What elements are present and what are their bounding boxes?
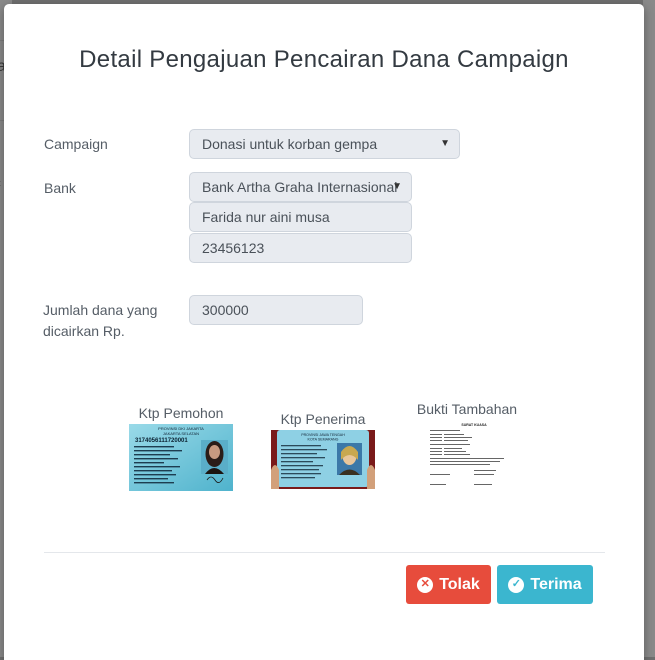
doc-label: Bukti Tambahan <box>416 401 518 417</box>
ktp2-title-1: PROVINSI JAWA TENGAH <box>301 433 345 437</box>
doc-ktp-pemohon[interactable]: Ktp Pemohon PROVINSI DKI JAKARTA JAKARTA… <box>128 405 234 491</box>
campaign-select-value: Donasi untuk korban gempa <box>202 136 378 152</box>
accept-button-label: Terima <box>530 575 582 593</box>
ktp-pemohon-image[interactable]: PROVINSI DKI JAKARTA JAKARTA SELATAN 317… <box>129 424 233 491</box>
bank-select-value: Bank Artha Graha Internasional <box>202 179 398 195</box>
amount-field[interactable]: 300000 <box>189 295 363 325</box>
detail-modal: Detail Pengajuan Pencairan Dana Campaign… <box>4 4 644 660</box>
bukti-tambahan-image[interactable]: SURAT KUASA <box>424 421 510 493</box>
ktp2-title-2: KOTA SEMARANG <box>308 438 339 442</box>
doc-bukti-tambahan[interactable]: Bukti Tambahan SURAT KUASA <box>414 401 520 493</box>
bukti-heading: SURAT KUASA <box>461 423 487 427</box>
account-name-field[interactable]: Farida nur aini musa <box>189 202 412 232</box>
x-circle-icon: ✕ <box>417 576 434 593</box>
doc-label: Ktp Pemohon <box>138 405 224 421</box>
campaign-select[interactable]: Donasi untuk korban gempa ▼ <box>189 129 460 159</box>
check-circle-icon: ✓ <box>508 576 525 593</box>
amount-label-line2: dicairkan Rp. <box>43 323 125 339</box>
account-number-field[interactable]: 23456123 <box>189 233 412 263</box>
chevron-down-icon: ▼ <box>392 181 402 192</box>
doc-label: Ktp Penerima <box>280 411 366 427</box>
reject-button[interactable]: ✕ Tolak <box>406 565 491 604</box>
account-name-value: Farida nur aini musa <box>202 209 330 225</box>
backdrop-text-fragment-2: t <box>0 178 1 188</box>
backdrop-right <box>643 0 655 657</box>
chevron-down-icon: ▼ <box>440 138 450 149</box>
bank-select[interactable]: Bank Artha Graha Internasional ▼ <box>189 172 412 202</box>
amount-label: Jumlah dana yang dicairkan Rp. <box>43 301 157 341</box>
ktp1-nik: 3174056111720001 <box>135 438 188 444</box>
accept-button[interactable]: ✓ Terima <box>497 565 593 604</box>
modal-title: Detail Pengajuan Pencairan Dana Campaign <box>79 46 569 73</box>
campaign-label: Campaign <box>44 136 108 152</box>
doc-ktp-penerima[interactable]: Ktp Penerima PROVINSI JAWA TENGAH KOTA S… <box>270 411 376 489</box>
amount-label-line1: Jumlah dana yang <box>43 302 158 318</box>
reject-button-label: Tolak <box>439 575 480 593</box>
amount-value: 300000 <box>202 302 249 318</box>
ktp1-title-2: JAKARTA SELATAN <box>163 431 199 436</box>
bank-label: Bank <box>44 180 76 196</box>
ktp-penerima-image[interactable]: PROVINSI JAWA TENGAH KOTA SEMARANG <box>271 430 375 489</box>
account-number-value: 23456123 <box>202 240 265 256</box>
footer-divider <box>44 552 605 553</box>
